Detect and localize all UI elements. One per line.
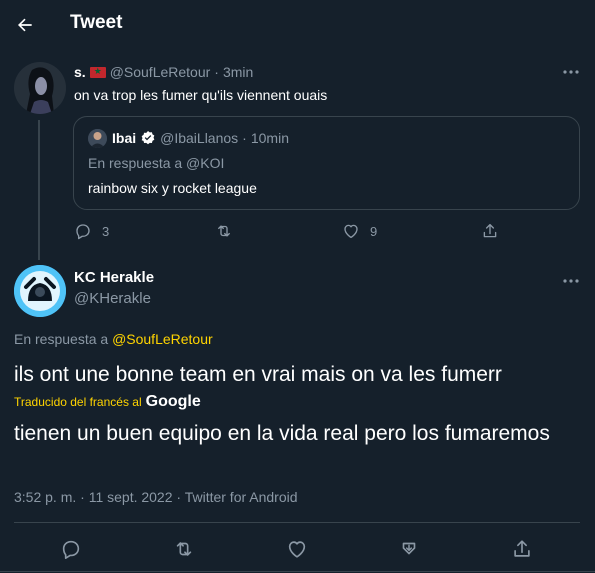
reply-button[interactable]	[60, 538, 82, 560]
replying-label: En respuesta a	[14, 331, 113, 347]
bookmark-button[interactable]	[398, 538, 420, 560]
separator: ·	[242, 130, 247, 146]
top-bar: Tweet	[0, 0, 595, 48]
share-icon	[483, 223, 497, 238]
retweet-icon	[218, 225, 230, 237]
like-button[interactable]	[286, 538, 308, 560]
tweet-header: s. @SoufLeRetour · 3min	[74, 64, 253, 80]
verified-badge-icon	[141, 131, 155, 145]
divider	[14, 522, 580, 523]
share-button[interactable]	[511, 538, 533, 560]
like-button[interactable]: 9	[342, 222, 377, 240]
retweet-button[interactable]	[172, 538, 196, 560]
heart-icon	[288, 541, 306, 558]
heart-icon	[344, 224, 358, 239]
avatar[interactable]	[14, 62, 66, 114]
tweet-timestamp[interactable]: 3:52 p. m. · 11 sept. 2022 · Twitter for…	[14, 489, 298, 505]
share-icon	[514, 540, 530, 557]
more-options-button[interactable]	[560, 62, 582, 82]
quoted-tweet-text: rainbow six y rocket league	[88, 180, 257, 196]
page-title: Tweet	[70, 12, 123, 33]
more-dots-icon	[563, 279, 579, 283]
reply-button[interactable]: 3	[74, 222, 109, 240]
display-name: Ibai	[112, 130, 137, 146]
share-button[interactable]	[481, 222, 499, 240]
morocco-flag-icon	[89, 66, 106, 78]
tweet-text: ils ont une bonne team en vrai mais on v…	[14, 363, 502, 386]
display-name[interactable]: s.	[74, 64, 86, 80]
tweet-time[interactable]: 3min	[223, 64, 253, 80]
tweet-text: on va trop les fumer qu'ils viennent oua…	[74, 87, 328, 103]
back-button[interactable]	[8, 8, 42, 42]
user-handle: @IbaiLlanos	[160, 130, 239, 146]
separator: ·	[214, 64, 219, 80]
like-count: 9	[370, 223, 378, 239]
quoted-tweet-header: Ibai @IbaiLlanos · 10min	[112, 130, 289, 146]
translate-download-icon	[402, 542, 416, 555]
google-logo: Google	[145, 393, 201, 410]
reply-count: 3	[102, 223, 110, 239]
user-handle[interactable]: @SoufLeRetour	[110, 64, 211, 80]
retweet-button[interactable]	[214, 222, 234, 240]
more-options-button[interactable]	[560, 271, 582, 291]
arrow-left-icon	[18, 18, 32, 32]
replying-handle-link[interactable]: @SoufLeRetour	[112, 331, 213, 347]
replying-to: En respuesta a @SoufLeRetour	[14, 331, 213, 347]
more-dots-icon	[563, 70, 579, 74]
user-handle[interactable]: @KHerakle	[74, 290, 151, 307]
avatar[interactable]	[14, 265, 66, 317]
tweet-time: 10min	[250, 130, 289, 146]
divider	[0, 571, 595, 572]
replying-to: En respuesta a @KOI	[88, 155, 225, 171]
reply-icon	[62, 540, 80, 559]
display-name[interactable]: KC Herakle	[74, 269, 154, 286]
avatar	[88, 129, 107, 148]
thread-connector	[38, 120, 40, 260]
translated-by[interactable]: Traducido del francés al Google	[14, 393, 201, 411]
tweet-translation: tienen un buen equipo en la vida real pe…	[14, 422, 550, 445]
translated-label: Traducido del francés al	[14, 395, 142, 409]
reply-icon	[76, 224, 90, 240]
retweet-icon	[176, 542, 192, 556]
